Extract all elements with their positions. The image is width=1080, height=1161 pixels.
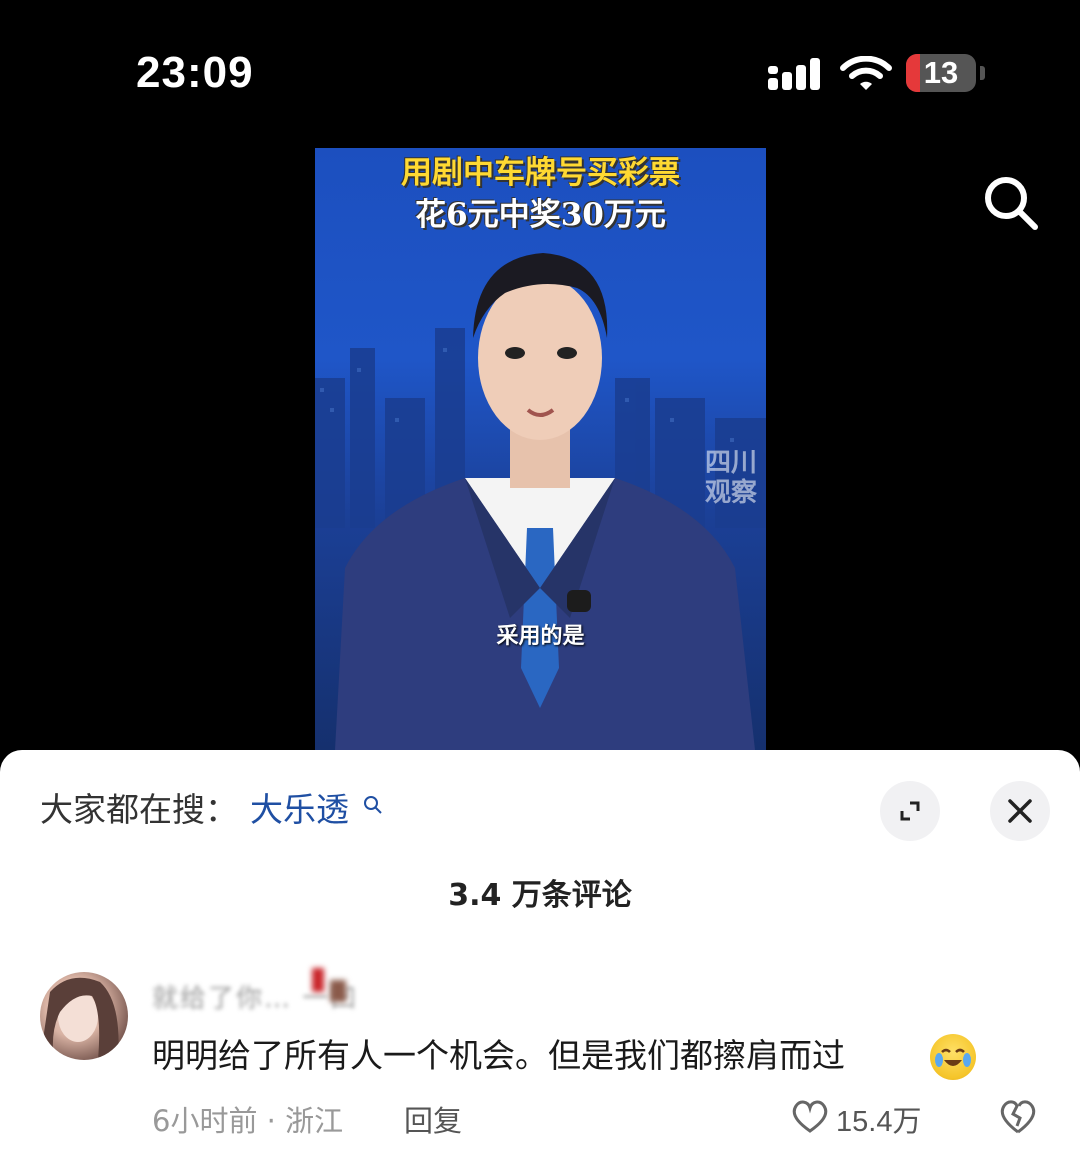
- comment-time-location: 6小时前 · 浙江: [152, 1104, 344, 1138]
- status-time: 23:09: [136, 48, 254, 97]
- search-icon[interactable]: [980, 172, 1042, 234]
- cellular-signal-icon: [768, 58, 820, 90]
- small-search-icon: [364, 796, 382, 814]
- username-blur-mark: [330, 980, 346, 1002]
- comment-username[interactable]: 就给了你… 一凹: [152, 978, 358, 1015]
- comment-text: 明明给了所有人一个机会。但是我们都擦肩而过: [152, 1036, 845, 1075]
- video-player[interactable]: 用剧中车牌号买彩票 花6元中奖30万元 四川观察 采用的是: [315, 148, 766, 750]
- avatar-image: [40, 977, 119, 1060]
- broken-heart-icon[interactable]: [998, 1096, 1038, 1136]
- close-button[interactable]: [990, 781, 1050, 841]
- wifi-icon: [840, 56, 892, 90]
- like-count: 15.4万: [836, 1106, 922, 1138]
- channel-watermark: 四川观察: [705, 448, 758, 508]
- username-blur-mark: [312, 968, 324, 992]
- hot-search-label: 大家都在搜：: [40, 790, 238, 829]
- crying-laughing-emoji-icon: [930, 1034, 976, 1080]
- expand-button[interactable]: [880, 781, 940, 841]
- battery-icon: 13: [906, 54, 976, 92]
- hot-search-keyword[interactable]: 大乐透: [250, 786, 349, 834]
- expand-icon: [900, 801, 920, 821]
- comment-sheet: 大家都在搜： 大乐透 3.4 万条评论 就给了你… 一凹 明明给了所有人一个机会…: [0, 750, 1080, 1161]
- battery-level: 13: [923, 55, 959, 90]
- reply-button[interactable]: 回复: [404, 1098, 462, 1140]
- close-icon: [1008, 799, 1032, 823]
- video-subtitle: 花6元中奖30万元: [415, 197, 666, 233]
- video-caption: 采用的是: [496, 623, 585, 649]
- heart-icon[interactable]: [790, 1098, 830, 1134]
- video-title: 用剧中车牌号买彩票: [401, 155, 680, 191]
- emoji-face: [935, 1048, 971, 1067]
- video-frame-art: [315, 253, 766, 750]
- avatar[interactable]: [40, 972, 128, 1060]
- battery-tip: [980, 66, 985, 80]
- comment-count: 3.4 万条评论: [448, 878, 632, 913]
